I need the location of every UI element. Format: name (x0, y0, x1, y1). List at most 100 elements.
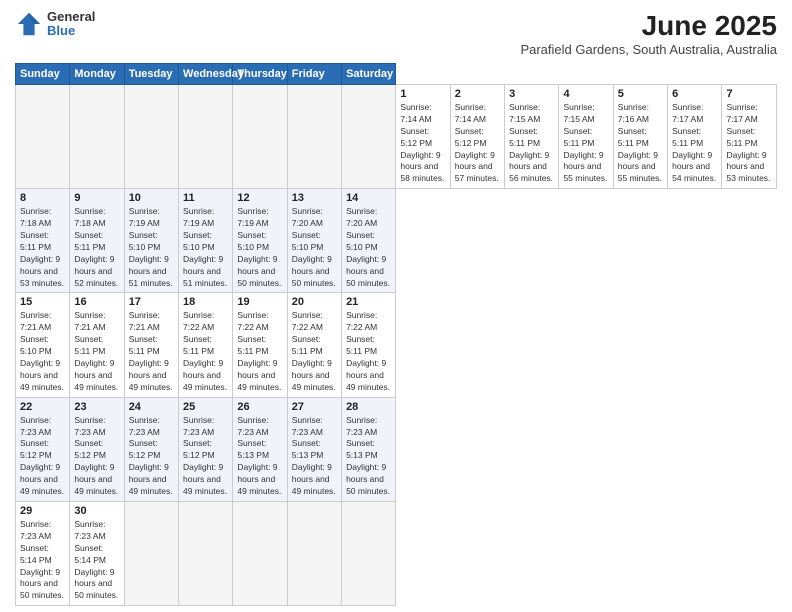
calendar-cell: 29 Sunrise: 7:23 AM Sunset: 5:14 PM Dayl… (16, 501, 70, 605)
daylight: Daylight: 9 hours and 54 minutes. (672, 150, 717, 186)
sunrise: Sunrise: 7:18 AM (20, 206, 65, 230)
calendar-cell: 1 Sunrise: 7:14 AM Sunset: 5:12 PM Dayli… (396, 85, 450, 189)
title-section: June 2025 Parafield Gardens, South Austr… (520, 10, 777, 57)
daylight: Daylight: 9 hours and 57 minutes. (455, 150, 500, 186)
calendar: Sunday Monday Tuesday Wednesday Thursday… (15, 63, 777, 606)
sunrise: Sunrise: 7:23 AM (183, 415, 228, 439)
sunset: Sunset: 5:11 PM (129, 334, 174, 358)
daylight: Daylight: 9 hours and 49 minutes. (129, 358, 174, 394)
location: Parafield Gardens, South Australia, Aust… (520, 42, 777, 57)
calendar-cell: 24 Sunrise: 7:23 AM Sunset: 5:12 PM Dayl… (124, 397, 178, 501)
day-info: Sunrise: 7:15 AM Sunset: 5:11 PM Dayligh… (563, 102, 608, 185)
sunrise: Sunrise: 7:16 AM (618, 102, 663, 126)
calendar-cell: 23 Sunrise: 7:23 AM Sunset: 5:12 PM Dayl… (70, 397, 124, 501)
calendar-cell: 26 Sunrise: 7:23 AM Sunset: 5:13 PM Dayl… (233, 397, 287, 501)
day-info: Sunrise: 7:22 AM Sunset: 5:11 PM Dayligh… (292, 310, 337, 393)
daylight: Daylight: 9 hours and 58 minutes. (400, 150, 445, 186)
calendar-row: 29 Sunrise: 7:23 AM Sunset: 5:14 PM Dayl… (16, 501, 777, 605)
daylight: Daylight: 9 hours and 51 minutes. (129, 254, 174, 290)
daylight: Daylight: 9 hours and 49 minutes. (237, 358, 282, 394)
day-info: Sunrise: 7:19 AM Sunset: 5:10 PM Dayligh… (183, 206, 228, 289)
daylight: Daylight: 9 hours and 51 minutes. (183, 254, 228, 290)
sunset: Sunset: 5:13 PM (292, 438, 337, 462)
calendar-row: 1 Sunrise: 7:14 AM Sunset: 5:12 PM Dayli… (16, 85, 777, 189)
sunset: Sunset: 5:11 PM (726, 126, 772, 150)
day-info: Sunrise: 7:23 AM Sunset: 5:14 PM Dayligh… (74, 519, 119, 602)
sunset: Sunset: 5:12 PM (129, 438, 174, 462)
calendar-cell (124, 85, 178, 189)
daylight: Daylight: 9 hours and 49 minutes. (129, 462, 174, 498)
day-number: 1 (400, 88, 445, 100)
calendar-cell: 6 Sunrise: 7:17 AM Sunset: 5:11 PM Dayli… (668, 85, 722, 189)
sunset: Sunset: 5:11 PM (20, 230, 65, 254)
sunset: Sunset: 5:11 PM (563, 126, 608, 150)
daylight: Daylight: 9 hours and 50 minutes. (292, 254, 337, 290)
calendar-cell: 9 Sunrise: 7:18 AM Sunset: 5:11 PM Dayli… (70, 189, 124, 293)
calendar-cell: 30 Sunrise: 7:23 AM Sunset: 5:14 PM Dayl… (70, 501, 124, 605)
daylight: Daylight: 9 hours and 50 minutes. (74, 567, 119, 603)
sunrise: Sunrise: 7:23 AM (74, 415, 119, 439)
day-info: Sunrise: 7:19 AM Sunset: 5:10 PM Dayligh… (129, 206, 174, 289)
day-number: 22 (20, 401, 65, 413)
day-number: 24 (129, 401, 174, 413)
sunset: Sunset: 5:11 PM (183, 334, 228, 358)
sunset: Sunset: 5:11 PM (509, 126, 554, 150)
day-info: Sunrise: 7:22 AM Sunset: 5:11 PM Dayligh… (346, 310, 391, 393)
sunrise: Sunrise: 7:14 AM (400, 102, 445, 126)
calendar-cell: 5 Sunrise: 7:16 AM Sunset: 5:11 PM Dayli… (613, 85, 667, 189)
day-number: 16 (74, 296, 119, 308)
day-number: 20 (292, 296, 337, 308)
day-info: Sunrise: 7:17 AM Sunset: 5:11 PM Dayligh… (726, 102, 772, 185)
calendar-cell (342, 501, 396, 605)
calendar-cell: 3 Sunrise: 7:15 AM Sunset: 5:11 PM Dayli… (505, 85, 559, 189)
sunset: Sunset: 5:11 PM (672, 126, 717, 150)
calendar-cell: 20 Sunrise: 7:22 AM Sunset: 5:11 PM Dayl… (287, 293, 341, 397)
day-info: Sunrise: 7:17 AM Sunset: 5:11 PM Dayligh… (672, 102, 717, 185)
calendar-cell (124, 501, 178, 605)
col-wednesday: Wednesday (179, 64, 233, 85)
calendar-cell (233, 85, 287, 189)
calendar-header-row: Sunday Monday Tuesday Wednesday Thursday… (16, 64, 777, 85)
calendar-cell: 15 Sunrise: 7:21 AM Sunset: 5:10 PM Dayl… (16, 293, 70, 397)
calendar-cell: 16 Sunrise: 7:21 AM Sunset: 5:11 PM Dayl… (70, 293, 124, 397)
month-year: June 2025 (520, 10, 777, 42)
day-info: Sunrise: 7:19 AM Sunset: 5:10 PM Dayligh… (237, 206, 282, 289)
sunset: Sunset: 5:12 PM (455, 126, 500, 150)
sunset: Sunset: 5:11 PM (74, 334, 119, 358)
sunset: Sunset: 5:12 PM (74, 438, 119, 462)
day-number: 13 (292, 192, 337, 204)
day-number: 5 (618, 88, 663, 100)
sunset: Sunset: 5:12 PM (400, 126, 445, 150)
day-info: Sunrise: 7:23 AM Sunset: 5:12 PM Dayligh… (74, 415, 119, 498)
day-info: Sunrise: 7:23 AM Sunset: 5:13 PM Dayligh… (292, 415, 337, 498)
col-monday: Monday (70, 64, 124, 85)
sunset: Sunset: 5:11 PM (74, 230, 119, 254)
sunrise: Sunrise: 7:20 AM (292, 206, 337, 230)
sunrise: Sunrise: 7:23 AM (20, 415, 65, 439)
day-number: 15 (20, 296, 65, 308)
calendar-cell (287, 501, 341, 605)
calendar-cell (233, 501, 287, 605)
daylight: Daylight: 9 hours and 49 minutes. (346, 358, 391, 394)
calendar-cell: 14 Sunrise: 7:20 AM Sunset: 5:10 PM Dayl… (342, 189, 396, 293)
sunrise: Sunrise: 7:17 AM (672, 102, 717, 126)
day-number: 17 (129, 296, 174, 308)
daylight: Daylight: 9 hours and 50 minutes. (346, 462, 391, 498)
daylight: Daylight: 9 hours and 49 minutes. (183, 358, 228, 394)
sunrise: Sunrise: 7:21 AM (20, 310, 65, 334)
header: General Blue June 2025 Parafield Gardens… (15, 10, 777, 57)
logo: General Blue (15, 10, 95, 39)
sunset: Sunset: 5:12 PM (20, 438, 65, 462)
sunset: Sunset: 5:11 PM (618, 126, 663, 150)
sunset: Sunset: 5:13 PM (237, 438, 282, 462)
sunset: Sunset: 5:10 PM (183, 230, 228, 254)
day-info: Sunrise: 7:18 AM Sunset: 5:11 PM Dayligh… (74, 206, 119, 289)
calendar-cell (342, 85, 396, 189)
sunrise: Sunrise: 7:23 AM (237, 415, 282, 439)
day-info: Sunrise: 7:23 AM Sunset: 5:12 PM Dayligh… (20, 415, 65, 498)
calendar-cell: 18 Sunrise: 7:22 AM Sunset: 5:11 PM Dayl… (179, 293, 233, 397)
calendar-cell (287, 85, 341, 189)
col-tuesday: Tuesday (124, 64, 178, 85)
daylight: Daylight: 9 hours and 49 minutes. (292, 462, 337, 498)
sunrise: Sunrise: 7:21 AM (129, 310, 174, 334)
